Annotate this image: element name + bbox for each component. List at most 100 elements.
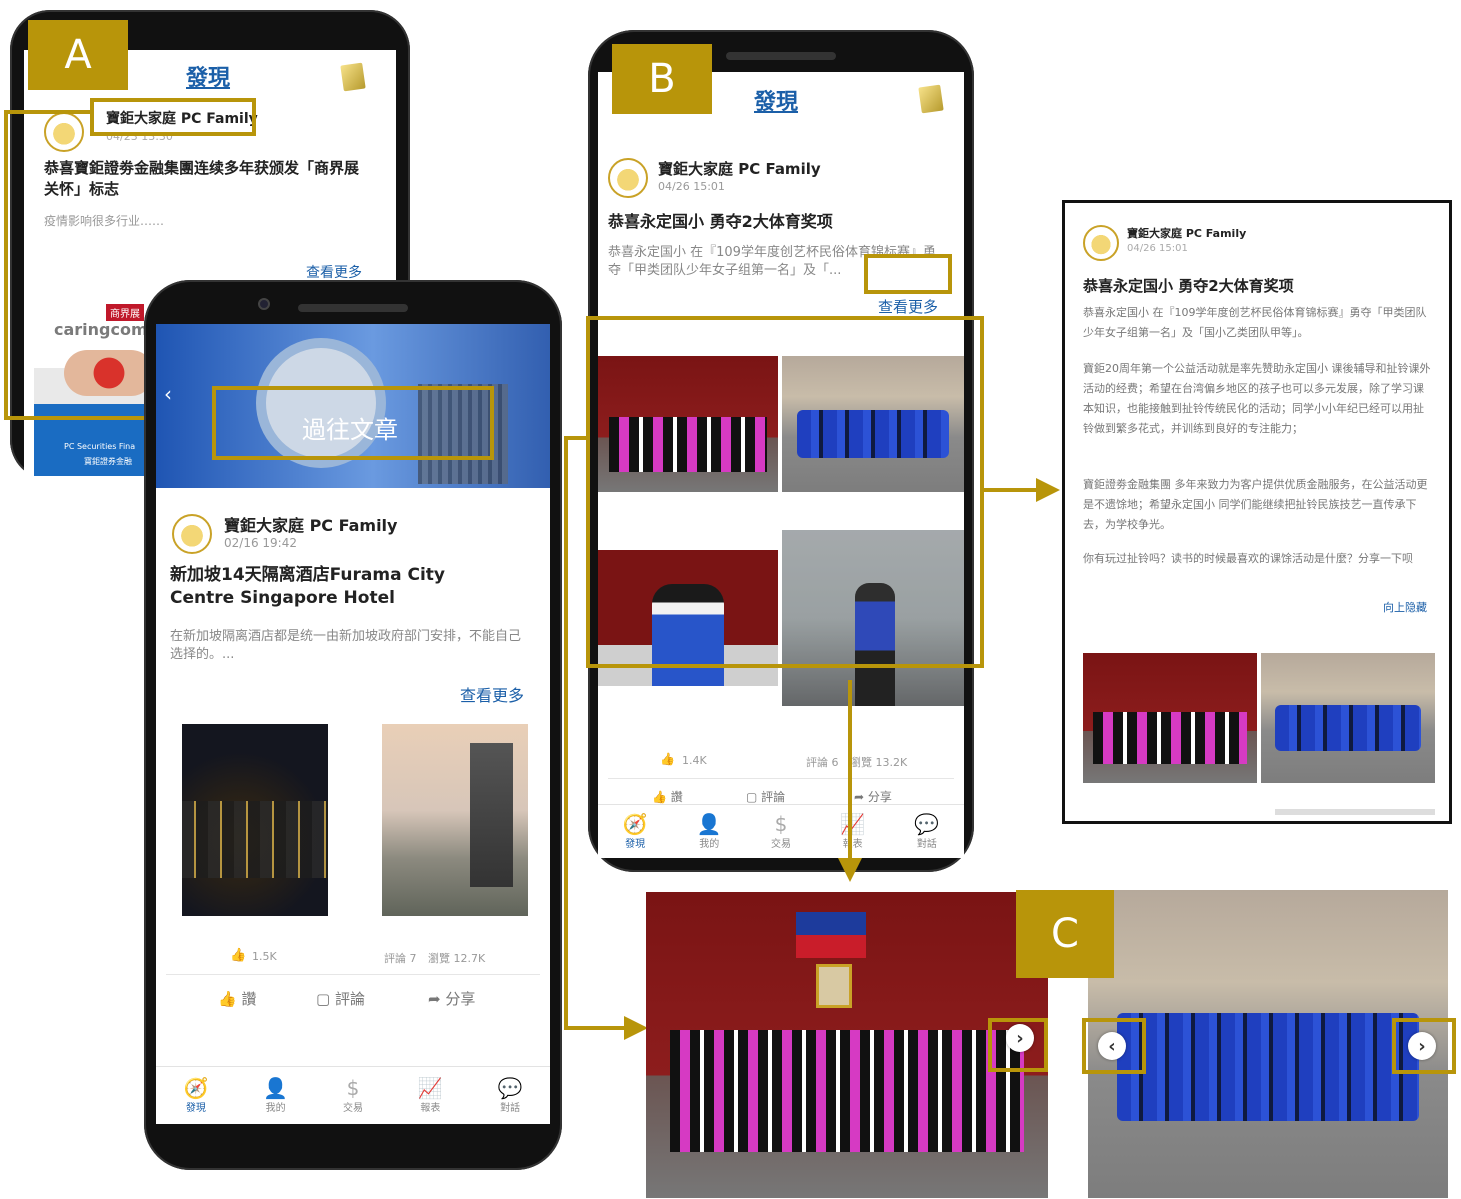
- nav-discover[interactable]: 🧭 發現: [183, 1077, 208, 1114]
- nav-label: 我的: [699, 839, 720, 850]
- comment-count: 評論 7: [384, 952, 417, 965]
- connector-c-v: [564, 436, 568, 1030]
- speaker-notch: [726, 52, 836, 60]
- night-city-photo[interactable]: [182, 724, 328, 916]
- divider: [608, 778, 954, 779]
- post-headline[interactable]: 新加坡14天隔离酒店Furama City Centre Singapore H…: [170, 564, 490, 610]
- comment-button[interactable]: ▢ 評論: [746, 788, 785, 805]
- post-paragraph-1: 恭喜永定国小 在『109学年度创艺杯民俗体育锦标赛』勇夺「甲类团队少年女子组第一…: [1083, 306, 1427, 339]
- next-button-highlight: [1392, 1018, 1456, 1074]
- bottom-nav: 🧭 發現 👤 我的 $ 交易 📈 報表 💬 對話: [156, 1066, 550, 1124]
- scroll-indicator[interactable]: [1275, 809, 1435, 815]
- post-date: 04/26 15:01: [1127, 243, 1188, 254]
- post-author: 寶鉅大家庭 PC Family: [224, 516, 398, 535]
- comment-button[interactable]: ▢ 評論: [316, 988, 365, 1009]
- share-button[interactable]: ➦ 分享: [854, 788, 892, 805]
- like-button[interactable]: 👍 讚: [652, 788, 683, 805]
- comment-label: 評論: [334, 990, 365, 1008]
- view-count: 瀏覽 12.7K: [428, 952, 486, 965]
- nav-trade[interactable]: $ 交易: [343, 1077, 363, 1114]
- nav-label: 交易: [770, 839, 791, 850]
- compass-icon: 🧭: [183, 1076, 209, 1100]
- discover-title[interactable]: 發現: [754, 84, 798, 116]
- front-camera: [258, 298, 270, 310]
- avatar: [172, 514, 212, 554]
- caring-badge: 商界展: [106, 304, 144, 321]
- thumb-up-icon: 👍: [218, 990, 237, 1008]
- chart-icon: 📈: [840, 812, 866, 836]
- post-author: 寶鉅大家庭 PC Family: [1127, 227, 1247, 240]
- view-count: 瀏覽 13.2K: [850, 756, 908, 769]
- avatar: [608, 158, 648, 198]
- nav-mine[interactable]: 👤 我的: [263, 1077, 288, 1114]
- share-icon: ➦: [854, 790, 865, 804]
- label-a: A: [28, 20, 128, 90]
- connector-b-right-arrow: [1036, 478, 1060, 502]
- chart-icon: 📈: [417, 1076, 443, 1100]
- connector-b-down-arrow: [838, 858, 862, 882]
- comment-label: 評論: [761, 790, 786, 804]
- post-paragraph-2: 寶鉅20周年第一个公益活动就是率先赞助永定国小 课後辅导和扯铃课外活动的经费；希…: [1083, 362, 1431, 435]
- bookmark-icon[interactable]: [340, 62, 366, 92]
- like-label: 讚: [670, 790, 683, 804]
- share-label: 分享: [867, 790, 892, 804]
- like-count: 1.5K: [252, 950, 277, 963]
- nav-chat[interactable]: 💬 對話: [914, 813, 939, 850]
- post-excerpt: 疫情影响很多行业……: [44, 214, 165, 228]
- pc-securities-text: PC Securities Fina: [64, 442, 136, 451]
- thumb-up-icon: 👍: [652, 790, 667, 804]
- bookmark-icon[interactable]: [918, 84, 944, 114]
- nav-trade[interactable]: $ 交易: [771, 813, 791, 850]
- nav-discover[interactable]: 🧭 發現: [623, 813, 648, 850]
- nav-chat[interactable]: 💬 對話: [498, 1077, 523, 1114]
- avatar: [44, 112, 84, 152]
- connector-a-v: [4, 110, 8, 420]
- post-date: 04/26 15:01: [658, 180, 725, 193]
- dollar-cycle-icon: $: [774, 812, 788, 836]
- label-c: C: [1016, 890, 1114, 978]
- connector-c-h2: [564, 1026, 626, 1030]
- user-icon: 👤: [696, 812, 722, 836]
- nav-label: 對話: [500, 1103, 521, 1114]
- share-label: 分享: [445, 990, 476, 1008]
- user-icon: 👤: [263, 1076, 289, 1100]
- hide-link[interactable]: 向上隐藏: [1383, 599, 1427, 615]
- portrait-graphic: [816, 964, 852, 1008]
- share-button[interactable]: ➦ 分享: [428, 988, 475, 1009]
- prev-arrow-icon[interactable]: ‹: [164, 382, 172, 406]
- like-button[interactable]: 👍 讚: [218, 988, 256, 1009]
- discover-title[interactable]: 發現: [186, 60, 230, 92]
- like-count-icon: 👍: [660, 752, 675, 766]
- post-headline[interactable]: 恭喜寶鉅證劵金融集團连续多年获颁发「商界展关怀」标志: [44, 158, 364, 200]
- nav-label: 發現: [185, 1103, 206, 1114]
- nav-label: 報表: [842, 839, 863, 850]
- compass-icon: 🧭: [622, 812, 648, 836]
- connector-a-h1: [4, 110, 92, 114]
- see-more-link[interactable]: 查看更多: [878, 296, 938, 317]
- like-count-icon: 👍: [230, 948, 247, 963]
- chat-icon: 💬: [914, 812, 940, 836]
- post-paragraph-4: 你有玩过扯铃吗？读书的时候最喜欢的课馀活动是什麼？分享一下呗: [1083, 552, 1413, 565]
- post-headline[interactable]: 恭喜永定国小 勇夺2大体育奖项: [608, 208, 833, 232]
- like-count: 1.4K: [682, 754, 707, 767]
- pc-securities-sub: 寶鉅證券金融: [84, 457, 132, 466]
- post-paragraph-3: 寶鉅證劵金融集團 多年来致力为客户提供优质金融服务，在公益活动更是不遗馀地；希望…: [1083, 478, 1428, 531]
- label-b: B: [612, 44, 712, 114]
- day-city-photo[interactable]: [382, 724, 528, 916]
- see-more-link[interactable]: 查看更多: [460, 682, 524, 706]
- nav-label: 對話: [916, 839, 937, 850]
- nav-report[interactable]: 📈 報表: [418, 1077, 443, 1114]
- dollar-cycle-icon: $: [346, 1076, 360, 1100]
- nav-mine[interactable]: 👤 我的: [697, 813, 722, 850]
- speaker-notch: [298, 304, 408, 312]
- group-photo[interactable]: [1261, 653, 1435, 783]
- stage-photo[interactable]: [1083, 653, 1257, 783]
- expanded-post-panel: 寶鉅大家庭 PC Family 04/26 15:01 恭喜永定国小 勇夺2大体…: [1062, 200, 1452, 824]
- bottom-nav: 🧭 發現 👤 我的 $ 交易 📈 報表 💬 對話: [598, 804, 964, 858]
- connector-b-down: [848, 680, 852, 860]
- nav-report[interactable]: 📈 報表: [840, 813, 865, 850]
- prev-button-highlight: [1082, 1018, 1146, 1074]
- see-more-link[interactable]: 查看更多: [306, 262, 362, 282]
- divider: [166, 974, 540, 975]
- comment-icon: ▢: [316, 990, 331, 1008]
